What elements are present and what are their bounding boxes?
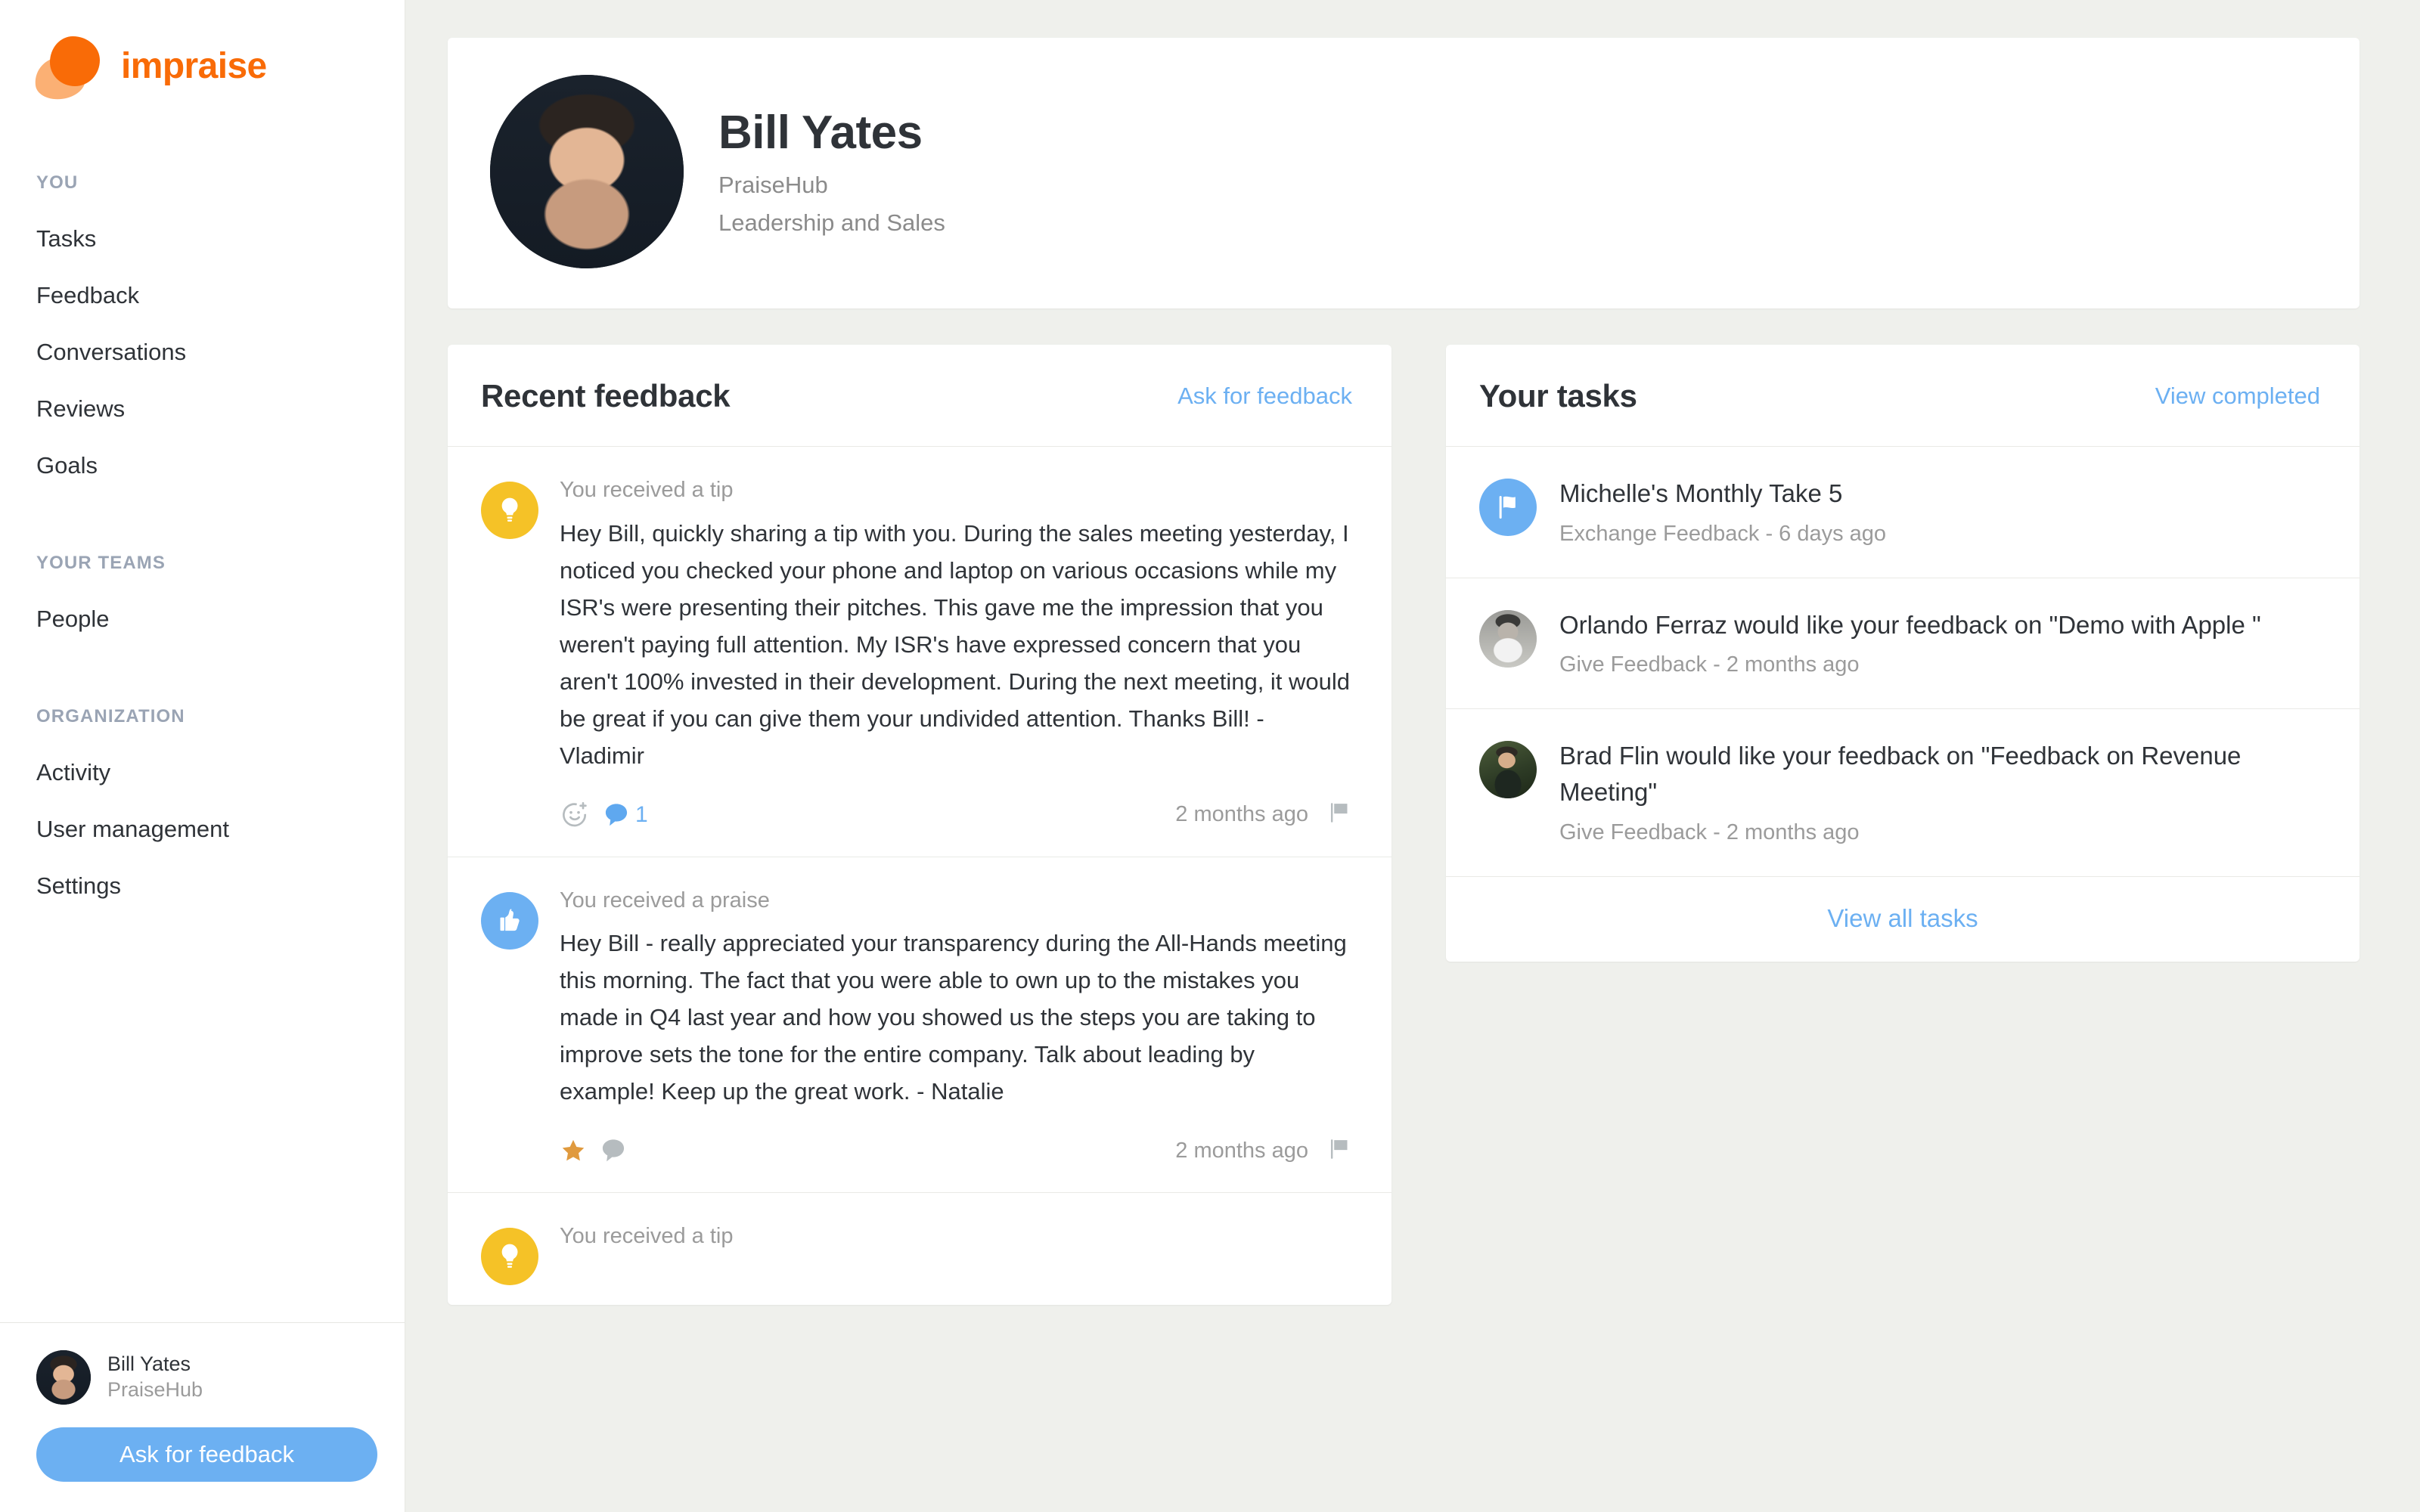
recent-feedback-column: Recent feedback Ask for feedback You rec… [448,345,1392,1306]
brand-wordmark: impraise [121,46,267,86]
task-row[interactable]: Brad Flin would like your feedback on "F… [1446,709,2360,877]
sidebar-item-conversations[interactable]: Conversations [0,340,405,364]
feedback-kind-label: You received a praise [560,888,770,912]
sidebar-user-profile[interactable]: Bill Yates PraiseHub [36,1350,377,1405]
sidebar-group-label-organization: ORGANIZATION [36,706,185,727]
feedback-kind-label: You received a tip [560,1224,734,1249]
task-body: Michelle's Monthly Take 5 Exchange Feedb… [1559,476,2320,547]
feedback-body: You received a praise Hey Bill - really … [560,888,1352,1173]
feedback-right-meta: 2 months ago [1175,800,1352,829]
task-title: Orlando Ferraz would like your feedback … [1559,610,2261,639]
sidebar-group-label-you: YOU [36,172,79,193]
sidebar: impraise YOU Tasks Feedback Conversation… [0,0,405,1512]
feedback-right-meta: 2 months ago [1175,1136,1352,1166]
lightbulb-icon [481,482,538,539]
your-tasks-footer: View all tasks [1446,877,2360,962]
feedback-item: You received a praise Hey Bill - really … [448,857,1392,1194]
feedback-kind-label: You received a tip [560,478,734,502]
sidebar-item-tasks[interactable]: Tasks [0,227,405,250]
task-subtitle: Give Feedback - 2 months ago [1559,820,1860,844]
feedback-meta: 1 2 months ago [560,793,1352,837]
task-title: Michelle's Monthly Take 5 [1559,479,1843,507]
feedback-item: You received a tip Hey Bill, quickly sha… [448,447,1392,857]
task-title: Brad Flin would like your feedback on "F… [1559,742,2242,807]
feedback-item: You received a tip [448,1193,1392,1305]
view-all-tasks-link[interactable]: View all tasks [1827,904,1978,932]
task-body: Brad Flin would like your feedback on "F… [1559,738,2320,845]
sidebar-group-your-teams: YOUR TEAMS People [0,553,405,631]
main-content: Bill Yates PraiseHub Leadership and Sale… [405,0,2420,1512]
task-row[interactable]: Michelle's Monthly Take 5 Exchange Feedb… [1446,447,2360,578]
sidebar-item-feedback[interactable]: Feedback [0,284,405,307]
task-subtitle: Give Feedback - 2 months ago [1559,652,1860,677]
avatar [1479,741,1537,799]
comment-count: 1 [635,801,648,827]
profile-details: Bill Yates PraiseHub Leadership and Sale… [718,107,945,236]
feedback-reactions: 1 [560,800,648,830]
your-tasks-column: Your tasks View completed Michelle's Mon… [1446,345,2360,962]
recent-feedback-card: Recent feedback Ask for feedback You rec… [448,345,1392,1306]
app-root: impraise YOU Tasks Feedback Conversation… [0,0,2420,1512]
comment-bubble-icon[interactable] [599,1136,632,1165]
sidebar-item-reviews[interactable]: Reviews [0,397,405,420]
view-completed-link[interactable]: View completed [2155,383,2320,410]
profile-header-card: Bill Yates PraiseHub Leadership and Sale… [448,38,2360,308]
task-row[interactable]: Orlando Ferraz would like your feedback … [1446,578,2360,710]
flag-icon[interactable] [1326,800,1352,829]
your-tasks-card: Your tasks View completed Michelle's Mon… [1446,345,2360,962]
recent-feedback-title: Recent feedback [481,378,731,414]
flag-circle-icon [1479,479,1537,536]
sidebar-user-name: Bill Yates [107,1352,191,1376]
page-title: Bill Yates [718,106,923,159]
comment-bubble-icon[interactable]: 1 [602,801,648,829]
sidebar-item-user-management[interactable]: User management [0,817,405,841]
sidebar-footer: Bill Yates PraiseHub Ask for feedback [0,1322,405,1512]
avatar [36,1350,91,1405]
flag-icon[interactable] [1326,1136,1352,1166]
recent-feedback-header: Recent feedback Ask for feedback [448,345,1392,447]
sidebar-group-organization: ORGANIZATION Activity User management Se… [0,706,405,897]
sidebar-item-settings[interactable]: Settings [0,874,405,897]
sidebar-item-goals[interactable]: Goals [0,454,405,477]
profile-org: PraiseHub [718,172,828,198]
lightbulb-icon [481,1228,538,1286]
feedback-reactions [560,1136,632,1165]
ask-for-feedback-button[interactable]: Ask for feedback [36,1427,377,1482]
dashboard-columns: Recent feedback Ask for feedback You rec… [448,345,2360,1306]
brand-logo[interactable]: impraise [0,0,405,103]
impraise-blob-logo-icon [32,35,106,103]
feedback-text: Hey Bill, quickly sharing a tip with you… [560,519,1351,769]
sidebar-user-org: PraiseHub [107,1378,203,1401]
ask-for-feedback-link[interactable]: Ask for feedback [1177,383,1352,410]
task-body: Orlando Ferraz would like your feedback … [1559,607,2320,679]
sidebar-group-label-your-teams: YOUR TEAMS [36,553,166,573]
sidebar-item-activity[interactable]: Activity [0,761,405,784]
sidebar-item-people[interactable]: People [0,607,405,631]
feedback-timestamp: 2 months ago [1175,802,1308,827]
feedback-meta: 2 months ago [560,1129,1352,1173]
your-tasks-title: Your tasks [1479,378,1637,414]
sidebar-group-you: YOU Tasks Feedback Conversations Reviews… [0,172,405,477]
feedback-timestamp: 2 months ago [1175,1138,1308,1163]
thumbs-up-icon [481,891,538,950]
profile-avatar [490,75,684,268]
sidebar-nav: impraise YOU Tasks Feedback Conversation… [0,0,405,1322]
feedback-text: Hey Bill - really appreciated your trans… [560,930,1347,1105]
feedback-body: You received a tip Hey Bill, quickly sha… [560,477,1352,837]
profile-team: Leadership and Sales [718,209,945,237]
add-reaction-smiley-icon[interactable] [560,800,590,830]
your-tasks-header: Your tasks View completed [1446,345,2360,447]
star-icon[interactable] [560,1137,587,1164]
feedback-body: You received a tip [560,1223,1352,1285]
avatar [1479,609,1537,668]
task-subtitle: Exchange Feedback - 6 days ago [1559,521,1887,546]
